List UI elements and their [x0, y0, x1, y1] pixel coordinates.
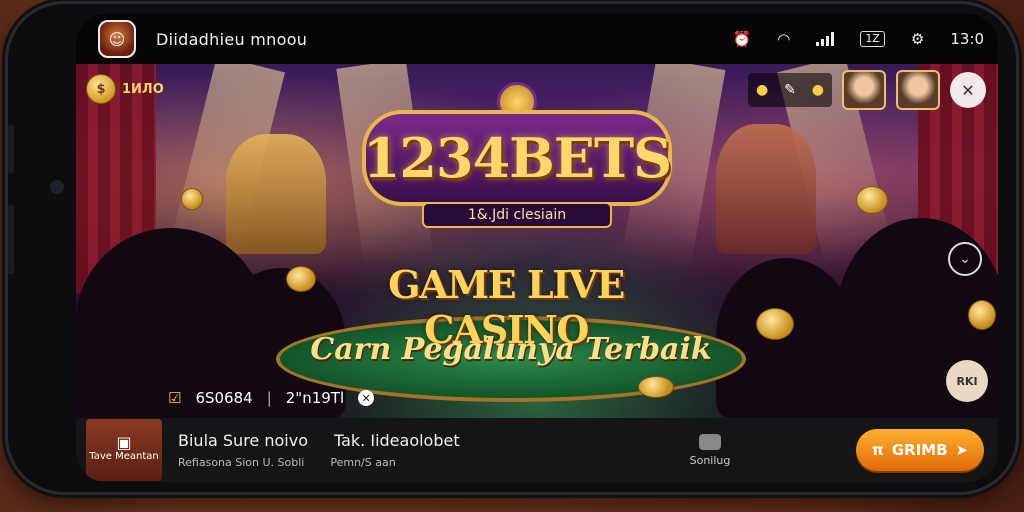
stat-icon: ☑	[168, 389, 182, 407]
coin-icon: $	[86, 74, 116, 104]
play-button[interactable]: π GRIMB ➤	[856, 429, 984, 471]
dismiss-icon[interactable]: ✕	[358, 390, 375, 406]
performer-right	[716, 124, 816, 254]
player-avatar[interactable]	[842, 70, 886, 110]
chevron-down-icon[interactable]: ⌄	[948, 242, 982, 276]
stat-value-2: 2"n19Tl	[285, 389, 345, 407]
pen-icon: ✎	[784, 82, 796, 98]
battery-indicator: 1Z	[860, 31, 885, 47]
bottom-bar: ▣ Tave Meantan Biula Sure noivo Tak. Iid…	[76, 418, 998, 482]
floating-coin	[756, 308, 794, 340]
side-button-bottom	[8, 204, 14, 274]
crowd-silhouette	[716, 258, 856, 418]
floating-coin	[638, 376, 674, 398]
menu-tile[interactable]: ▣ Tave Meantan	[86, 419, 162, 481]
controller-label: Sonilug	[689, 453, 731, 467]
brand-subtitle: 1&.Jdi clesiain	[422, 202, 612, 228]
bottom-subtitle-2: Pemn/S aan	[330, 456, 396, 469]
cta-prefix: π	[871, 441, 884, 459]
coin-balance[interactable]: $ 1ИЛО	[86, 74, 164, 104]
top-right-toolbar: ● ✎ ● ✕	[748, 70, 986, 110]
settings-icon[interactable]: ⚙	[911, 30, 924, 48]
performer-left	[226, 134, 326, 254]
tool-strip[interactable]: ● ✎ ●	[748, 73, 832, 107]
floating-coin	[181, 188, 203, 210]
close-icon[interactable]: ✕	[950, 72, 986, 108]
front-camera	[52, 182, 62, 192]
status-bar: ☺ Diidadhieu mnoou ⏰ ◠ 1Z ⚙ 13:0	[76, 14, 998, 64]
status-icons: ⏰ ◠ 1Z ⚙ 13:0	[733, 30, 984, 48]
coin-icon: ●	[811, 82, 825, 98]
brand-logo-text: 1234BETS	[362, 110, 672, 206]
stat-value-1: 6S0684	[195, 389, 253, 407]
brand-logo: 1234BETS 1&.Jdi clesiain	[362, 80, 672, 230]
app-icon[interactable]: ☺	[98, 20, 136, 58]
cta-label: GRIMB	[891, 441, 948, 459]
arrow-icon: ➤	[955, 441, 969, 459]
bottom-title-2[interactable]: Tak. Iideaolobet	[334, 431, 460, 450]
menu-tile-label: Tave Meantan	[89, 451, 159, 462]
gift-icon: ▣	[116, 433, 132, 452]
alarm-icon: ⏰	[732, 30, 752, 48]
screen: ☺ Diidadhieu mnoou ⏰ ◠ 1Z ⚙ 13:0 $ 1ИЛО …	[76, 14, 998, 482]
side-button-top	[8, 124, 14, 174]
status-title: Diidadhieu mnoou	[156, 29, 308, 49]
wifi-icon: ◠	[777, 30, 791, 48]
signal-icon	[816, 32, 835, 46]
bottom-title-1: Biula Sure noivo	[178, 431, 308, 450]
floating-coin	[968, 300, 996, 330]
floating-coin	[286, 266, 316, 292]
floating-coin	[856, 186, 888, 214]
bottom-info: Biula Sure noivo Tak. Iideaolobet Refias…	[178, 431, 460, 469]
phone-frame: ☺ Diidadhieu mnoou ⏰ ◠ 1Z ⚙ 13:0 $ 1ИЛО …	[8, 4, 1016, 492]
subheadline: Carn Pegalunya Terbaik	[310, 332, 712, 367]
side-action-button[interactable]: RKI	[946, 360, 988, 402]
coin-icon: ●	[755, 82, 769, 98]
divider: |	[266, 389, 272, 407]
gamepad-icon	[699, 433, 721, 450]
coin-balance-value: 1ИЛО	[122, 81, 164, 97]
player-avatar[interactable]	[896, 70, 940, 110]
info-row: ☑ 6S0684 | 2"n19Tl ✕	[168, 389, 375, 407]
clock: 13:0	[950, 30, 984, 48]
game-banner[interactable]: $ 1ИЛО ● ✎ ● ✕ 1234BETS 1&.Jdi clesiain …	[76, 64, 998, 418]
controller-button[interactable]: Sonilug	[689, 433, 731, 467]
bottom-subtitle-1: Refiasona Sion U. Sobli	[178, 456, 305, 469]
